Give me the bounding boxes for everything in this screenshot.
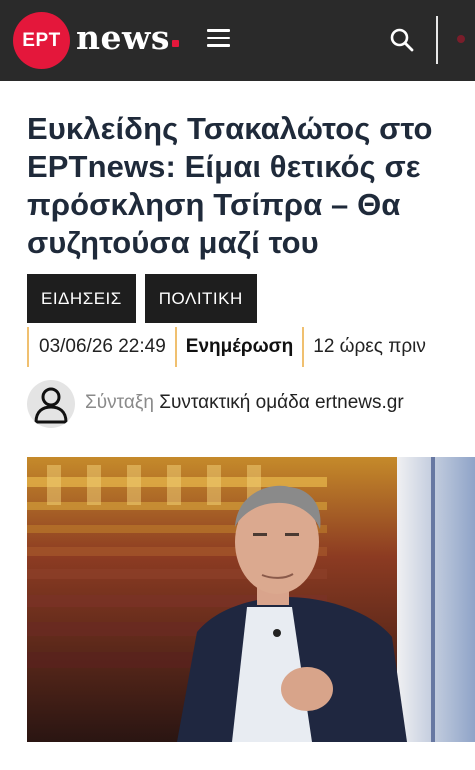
article-title: Ευκλείδης Τσακαλώτος στο ΕΡΤnews: Είμαι … bbox=[27, 111, 433, 260]
article-meta: 03/06/26 22:49 Ενημέρωση 12 ώρες πριν bbox=[27, 327, 435, 367]
ert-logo-badge[interactable]: ΕΡΤ bbox=[13, 12, 70, 69]
update-label: Ενημέρωση bbox=[185, 336, 294, 357]
tag-news[interactable]: ΕΙΔΗΣΕΙΣ bbox=[27, 274, 136, 323]
live-indicator-dot[interactable] bbox=[457, 35, 465, 43]
top-header: ΕΡΤ news bbox=[0, 0, 475, 81]
search-icon[interactable] bbox=[389, 27, 415, 53]
logo-accent-dot bbox=[172, 40, 179, 47]
author-avatar bbox=[27, 380, 75, 428]
interview-photo bbox=[27, 457, 475, 742]
author-byline: Σύνταξη Συντακτική ομάδα ertnews.gr bbox=[85, 392, 404, 414]
author-name[interactable]: Συντακτική ομάδα ertnews.gr bbox=[159, 392, 403, 413]
hamburger-menu-icon[interactable] bbox=[207, 29, 230, 49]
logo-wordmark[interactable]: news bbox=[76, 18, 170, 58]
category-tags: ΕΙΔΗΣΕΙΣ ΠΟΛΙΤΙΚΗ bbox=[27, 274, 257, 323]
author-label: Σύνταξη bbox=[85, 392, 154, 413]
relative-time: 12 ώρες πριν bbox=[313, 336, 426, 357]
user-icon bbox=[34, 387, 68, 424]
tag-politics[interactable]: ΠΟΛΙΤΙΚΗ bbox=[144, 274, 257, 323]
publish-date: 03/06/26 22:49 bbox=[39, 336, 166, 357]
header-divider bbox=[436, 16, 438, 64]
article-hero-image[interactable] bbox=[27, 457, 475, 742]
